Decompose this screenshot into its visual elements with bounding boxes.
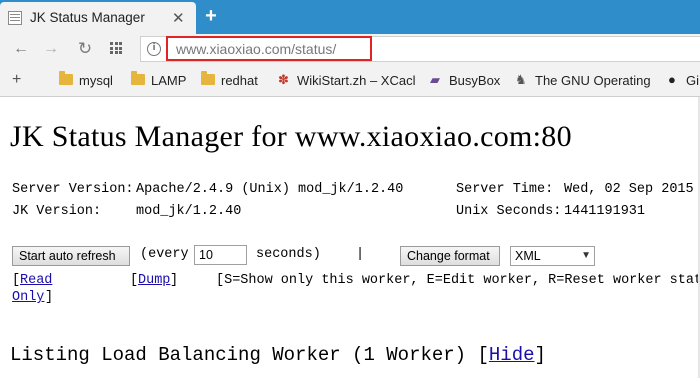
github-icon: ● xyxy=(668,72,676,87)
folder-icon xyxy=(59,71,73,85)
apps-grid-icon[interactable] xyxy=(110,42,122,54)
forward-button[interactable]: → xyxy=(40,38,62,60)
wiki-paw-icon: ✽ xyxy=(278,72,289,87)
change-format-button[interactable]: Change format xyxy=(400,246,500,266)
read-only-open: [ xyxy=(12,273,21,288)
every-label: (every xyxy=(140,247,189,262)
bookmark-github[interactable]: Gi xyxy=(686,73,699,88)
seconds-label: seconds) xyxy=(256,247,321,262)
dump-close: ] xyxy=(170,273,179,288)
listing-heading-close: ] xyxy=(534,344,546,366)
page-favicon-icon xyxy=(8,11,22,25)
jk-version-value: mod_jk/1.2.40 xyxy=(136,204,242,219)
bookmark-busybox[interactable]: BusyBox xyxy=(449,73,500,88)
server-version-value: Apache/2.4.9 (Unix) mod_jk/1.2.40 xyxy=(136,182,404,197)
page-title: JK Status Manager for www.xiaoxiao.com:8… xyxy=(10,120,572,153)
reload-button[interactable]: ↻ xyxy=(74,38,96,60)
tab-title: JK Status Manager xyxy=(30,10,145,25)
refresh-seconds-input[interactable] xyxy=(194,245,247,265)
folder-icon xyxy=(131,71,145,85)
new-tab-button[interactable]: + xyxy=(201,5,221,27)
unix-seconds-label: Unix Seconds: xyxy=(456,204,562,219)
jk-version-label: JK Version: xyxy=(12,204,102,219)
dump-open: [ xyxy=(130,273,139,288)
format-selected: XML xyxy=(515,249,541,263)
hide-link[interactable]: Hide xyxy=(489,344,535,366)
read-only-link[interactable]: Read xyxy=(20,273,52,288)
gnu-icon: ♞ xyxy=(515,72,527,87)
bookmark-mysql[interactable]: mysql xyxy=(79,73,113,88)
listing-heading: Listing Load Balancing Worker (1 Worker)… xyxy=(10,344,546,366)
page-info-icon[interactable]: i xyxy=(147,42,161,56)
server-version-label: Server Version: xyxy=(12,182,134,197)
close-tab-icon[interactable]: ✕ xyxy=(172,9,185,27)
bookmark-wikistart[interactable]: WikiStart.zh – XCacl xyxy=(297,73,417,88)
listing-heading-text: Listing Load Balancing Worker (1 Worker)… xyxy=(10,344,489,366)
bookmark-gnu[interactable]: The GNU Operating xyxy=(535,73,651,88)
server-time-label: Server Time: xyxy=(456,182,554,197)
bookmarks-bar: + mysql LAMP redhat ✽ WikiStart.zh – XCa… xyxy=(0,66,700,97)
dump-link[interactable]: Dump xyxy=(138,273,170,288)
tab-strip: JK Status Manager ✕ + xyxy=(0,0,700,34)
folder-icon xyxy=(201,71,215,85)
add-bookmark-button[interactable]: + xyxy=(12,71,21,89)
separator: | xyxy=(356,247,365,262)
read-only-close: ] xyxy=(45,290,54,305)
back-button[interactable]: ← xyxy=(10,38,32,60)
tab-jk-status[interactable]: JK Status Manager ✕ xyxy=(0,2,196,34)
bookmark-lamp[interactable]: LAMP xyxy=(151,73,186,88)
busybox-icon: ▰ xyxy=(430,72,440,87)
server-time-value: Wed, 02 Sep 2015 xyxy=(564,182,694,197)
bookmark-redhat[interactable]: redhat xyxy=(221,73,258,88)
chevron-down-icon: ▼ xyxy=(581,250,591,261)
url-highlight-box xyxy=(166,36,372,61)
start-auto-refresh-button[interactable]: Start auto refresh xyxy=(12,246,130,266)
worker-legend: [S=Show only this worker, E=Edit worker,… xyxy=(216,273,700,288)
page-content: JK Status Manager for www.xiaoxiao.com:8… xyxy=(0,96,700,378)
read-only-link-line2[interactable]: Only xyxy=(12,290,44,305)
unix-seconds-value: 1441191931 xyxy=(564,204,646,219)
format-select[interactable]: XML ▼ xyxy=(510,246,595,266)
